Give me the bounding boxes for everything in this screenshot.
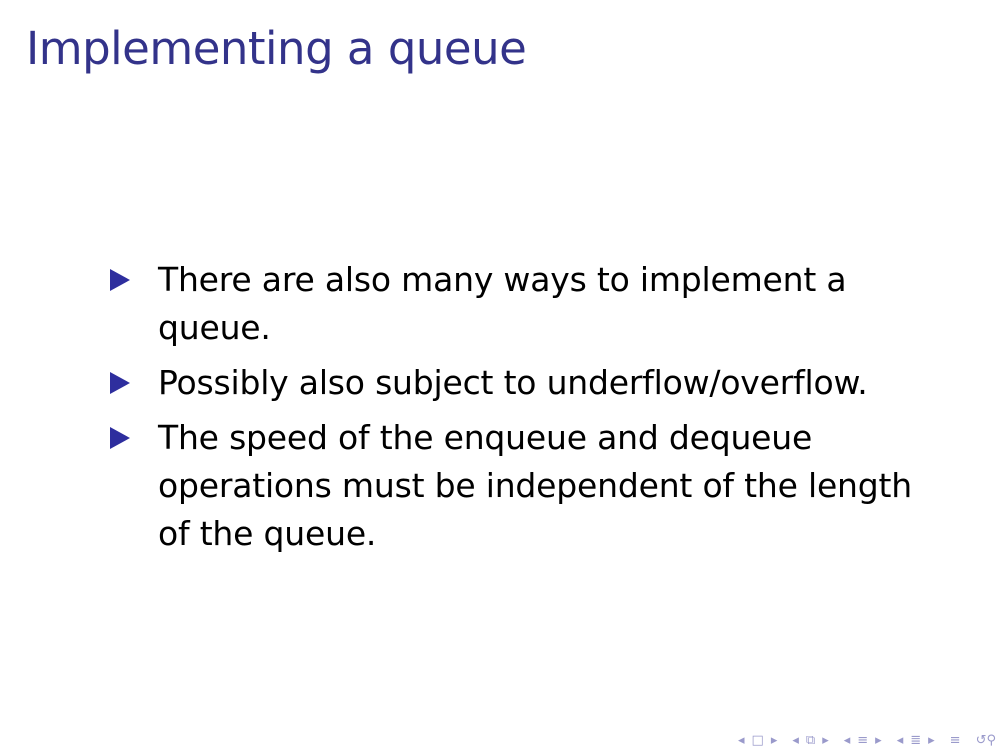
nav-subsection-icon[interactable]: ≣ [908,733,923,748]
nav-next-slide-icon[interactable]: ▸ [769,733,780,748]
triangle-bullet-icon [110,372,130,394]
nav-prev-section-icon[interactable]: ◂ [842,733,853,748]
nav-next-section-icon[interactable]: ▸ [873,733,884,748]
triangle-bullet-icon [110,269,130,291]
nav-prev-frame-icon[interactable]: ◂ [790,733,801,748]
nav-section-icon[interactable]: ≡ [855,733,870,748]
bullet-text: Possibly also subject to underflow/overf… [158,363,868,402]
nav-align-icon[interactable]: ≡ [948,733,963,748]
bullet-list: There are also many ways to implement a … [108,256,948,565]
triangle-bullet-icon [110,427,130,449]
nav-next-subsection-icon[interactable]: ▸ [926,733,937,748]
nav-slide-icon[interactable]: □ [750,733,766,748]
nav-search-icon[interactable]: ↺⚲ [974,733,998,748]
bullet-item: Possibly also subject to underflow/overf… [108,359,948,407]
bullet-text: There are also many ways to implement a … [158,260,847,347]
nav-next-frame-icon[interactable]: ▸ [820,733,831,748]
bullet-text: The speed of the enqueue and dequeue ope… [158,418,912,553]
bullet-item: There are also many ways to implement a … [108,256,948,352]
nav-prev-subsection-icon[interactable]: ◂ [895,733,906,748]
slide-title: Implementing a queue [26,22,527,75]
beamer-navigation-bar: ◂ □ ▸ ◂ ⧉ ▸ ◂ ≡ ▸ ◂ ≣ ▸ ≡ ↺⚲ [736,733,998,748]
bullet-item: The speed of the enqueue and dequeue ope… [108,414,948,558]
nav-prev-slide-icon[interactable]: ◂ [736,733,747,748]
nav-frame-icon[interactable]: ⧉ [804,733,817,748]
